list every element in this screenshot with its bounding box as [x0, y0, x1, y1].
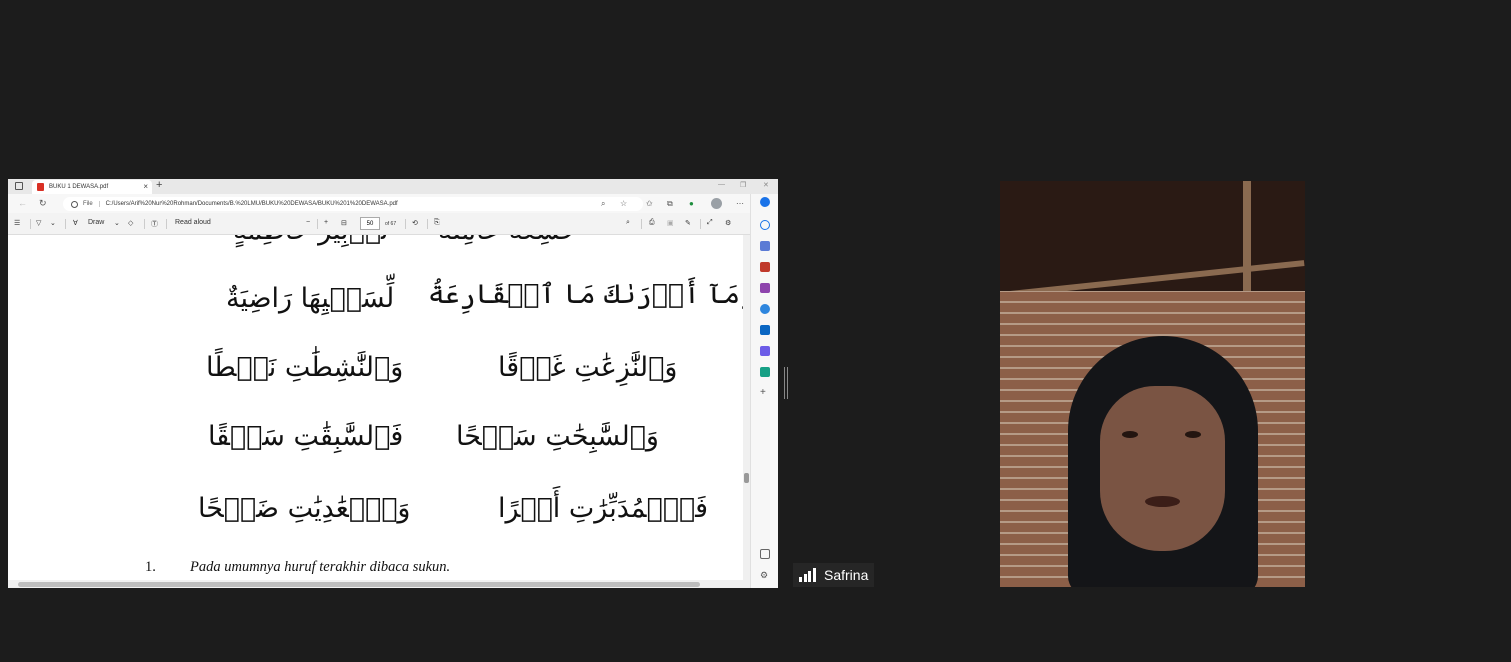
page-total: of 67 — [385, 221, 397, 227]
arabic-line: وَٱلنَّٰشِطَٰتِ نَشۡطًا — [206, 352, 404, 383]
scrollbar-thumb[interactable] — [18, 582, 700, 587]
divider — [144, 219, 145, 229]
page-number-input[interactable]: 50 — [360, 217, 380, 230]
rotate-icon[interactable]: ⟲ — [412, 219, 418, 227]
save-as-icon[interactable]: ✎ — [685, 219, 691, 227]
favorites-icon[interactable]: ✩ — [646, 199, 653, 208]
arabic-line-partial: تَدۡبِيرُ حَاطِمَةٍ — [233, 235, 389, 246]
video-eye — [1185, 431, 1201, 438]
divider — [30, 219, 31, 229]
add-icon[interactable]: + — [760, 388, 770, 398]
highlight-icon[interactable]: ▽ — [36, 219, 41, 227]
divider — [166, 219, 167, 229]
search-icon[interactable]: ⌕ — [626, 219, 630, 227]
signal-strength-icon — [799, 568, 817, 582]
pdf-toolbar: ☰ ▽ ⌄ ∀ Draw ⌄ ◇ Ⓣ Read aloud − + ⊟ 50 o… — [8, 213, 750, 235]
video-face — [1100, 386, 1225, 551]
url-text: C:/Users/Arif%20Nur%20Rohman/Documents/B… — [105, 201, 398, 207]
arabic-line: وَٱلۡعَٰدِيَٰتِ ضَبۡحًا — [198, 493, 411, 524]
video-eye — [1122, 431, 1138, 438]
fit-page-icon[interactable]: ⊟ — [341, 219, 347, 227]
restore-icon[interactable]: ❐ — [740, 181, 746, 189]
tools-icon[interactable] — [760, 262, 770, 272]
eraser-icon[interactable]: ◇ — [128, 219, 133, 227]
arabic-line-partial: خَٰشِعَةٌ عَامِلَةٌ — [438, 235, 577, 246]
divider — [65, 219, 66, 229]
back-icon[interactable]: ← — [18, 198, 27, 208]
save-icon[interactable]: ▣ — [667, 219, 674, 227]
pdf-file-icon — [37, 183, 44, 191]
page-current: 50 — [366, 220, 374, 227]
minimize-icon[interactable]: — — [718, 181, 725, 188]
divider — [700, 219, 701, 229]
close-window-icon[interactable]: ✕ — [763, 181, 769, 189]
chevron-down-icon[interactable]: ⌄ — [50, 219, 56, 227]
url-field[interactable]: File C:/Users/Arif%20Nur%20Rohman/Docume… — [63, 197, 643, 211]
footnote: 1. Pada umumnya huruf terakhir dibaca suk… — [145, 559, 450, 576]
draw-icon[interactable]: ∀ — [73, 219, 78, 227]
search-icon[interactable] — [760, 220, 770, 230]
shared-screen-browser: BUKU 1 DEWASA.pdf × + — ❐ ✕ ← ↻ File C:/… — [8, 179, 778, 588]
settings-icon[interactable]: ⚙ — [725, 219, 731, 227]
sidebar-panel-icon[interactable] — [760, 549, 770, 559]
drop-icon[interactable] — [760, 367, 770, 377]
text-icon[interactable]: Ⓣ — [151, 219, 158, 229]
settings-icon[interactable]: ⚙ — [760, 570, 770, 580]
office-icon[interactable] — [760, 304, 770, 314]
read-aloud-button[interactable]: Read aloud — [175, 219, 211, 226]
video-beam — [1243, 181, 1251, 291]
outlook-icon[interactable] — [760, 325, 770, 335]
read-mode-icon[interactable]: ☆ — [620, 199, 627, 208]
divider — [317, 219, 318, 229]
bing-icon[interactable] — [760, 197, 770, 207]
horizontal-scrollbar[interactable] — [8, 580, 750, 588]
video-mouth — [1145, 496, 1180, 507]
designer-icon[interactable] — [760, 346, 770, 356]
pdf-page: خَٰشِعَةٌ عَامِلَةٌ تَدۡبِيرُ حَاطِمَةٍ … — [8, 235, 743, 580]
extension-icon[interactable]: ● — [689, 199, 694, 208]
refresh-icon[interactable]: ↻ — [39, 198, 47, 209]
footnote-number: 1. — [145, 559, 156, 575]
zoom-icon[interactable]: ⌕ — [601, 199, 605, 209]
arabic-line: وَٱلنَّٰزِعَٰتِ غَرۡقًا — [498, 352, 678, 383]
contents-icon[interactable]: ☰ — [14, 219, 20, 227]
divider — [641, 219, 642, 229]
scrollbar-thumb[interactable] — [744, 473, 749, 483]
arabic-line: فَٱلۡمُدَبِّرَٰتِ أَمۡرًا — [498, 493, 709, 524]
url-scheme: File — [83, 201, 100, 207]
address-bar: ← ↻ File C:/Users/Arif%20Nur%20Rohman/Do… — [8, 194, 778, 213]
tab-pdf[interactable]: BUKU 1 DEWASA.pdf × — [32, 180, 152, 194]
collections-icon[interactable]: ⧉ — [667, 199, 673, 209]
info-icon — [71, 200, 78, 208]
new-tab-icon[interactable]: + — [156, 179, 162, 191]
games-icon[interactable] — [760, 283, 770, 293]
arabic-line: وَمَآ أَدۡرَىٰكَ مَا ٱلۡقَارِعَةُ — [428, 279, 743, 310]
close-tab-icon[interactable]: × — [143, 182, 148, 191]
print-icon[interactable]: ⎙ — [649, 219, 655, 227]
arabic-line: لِّسَعۡيِهَا رَاضِيَةٌ — [226, 283, 395, 314]
tab-bar: BUKU 1 DEWASA.pdf × + — ❐ ✕ — [8, 179, 778, 194]
zoom-out-icon[interactable]: − — [306, 219, 310, 226]
edge-sidebar: + ⚙ — [750, 194, 778, 588]
tab-title: BUKU 1 DEWASA.pdf — [49, 184, 109, 190]
divider — [427, 219, 428, 229]
more-menu-icon[interactable]: ⋯ — [736, 199, 744, 208]
participant-video[interactable] — [1000, 181, 1305, 587]
participant-name: Safrina — [824, 567, 869, 583]
resize-handle[interactable] — [784, 367, 788, 399]
chevron-down-icon[interactable]: ⌄ — [114, 219, 120, 227]
zoom-in-icon[interactable]: + — [324, 219, 328, 226]
tab-actions-icon[interactable] — [15, 182, 23, 190]
footnote-text: Pada umumnya huruf terakhir dibaca sukun… — [190, 559, 451, 575]
draw-button[interactable]: Draw — [88, 219, 104, 226]
divider — [405, 219, 406, 229]
arabic-line: وَٱلسَّٰبِحَٰتِ سَبۡحًا — [456, 421, 659, 452]
vertical-scrollbar[interactable] — [743, 235, 750, 580]
arabic-line: فَٱلسَّٰبِقَٰتِ سَبۡقًا — [208, 421, 404, 452]
shopping-icon[interactable] — [760, 241, 770, 251]
fullscreen-icon[interactable]: ⤢ — [707, 219, 713, 227]
profile-avatar[interactable] — [711, 198, 722, 209]
participant-name-tag: Safrina — [793, 563, 875, 587]
page-view-icon[interactable]: ⎘ — [434, 219, 440, 227]
